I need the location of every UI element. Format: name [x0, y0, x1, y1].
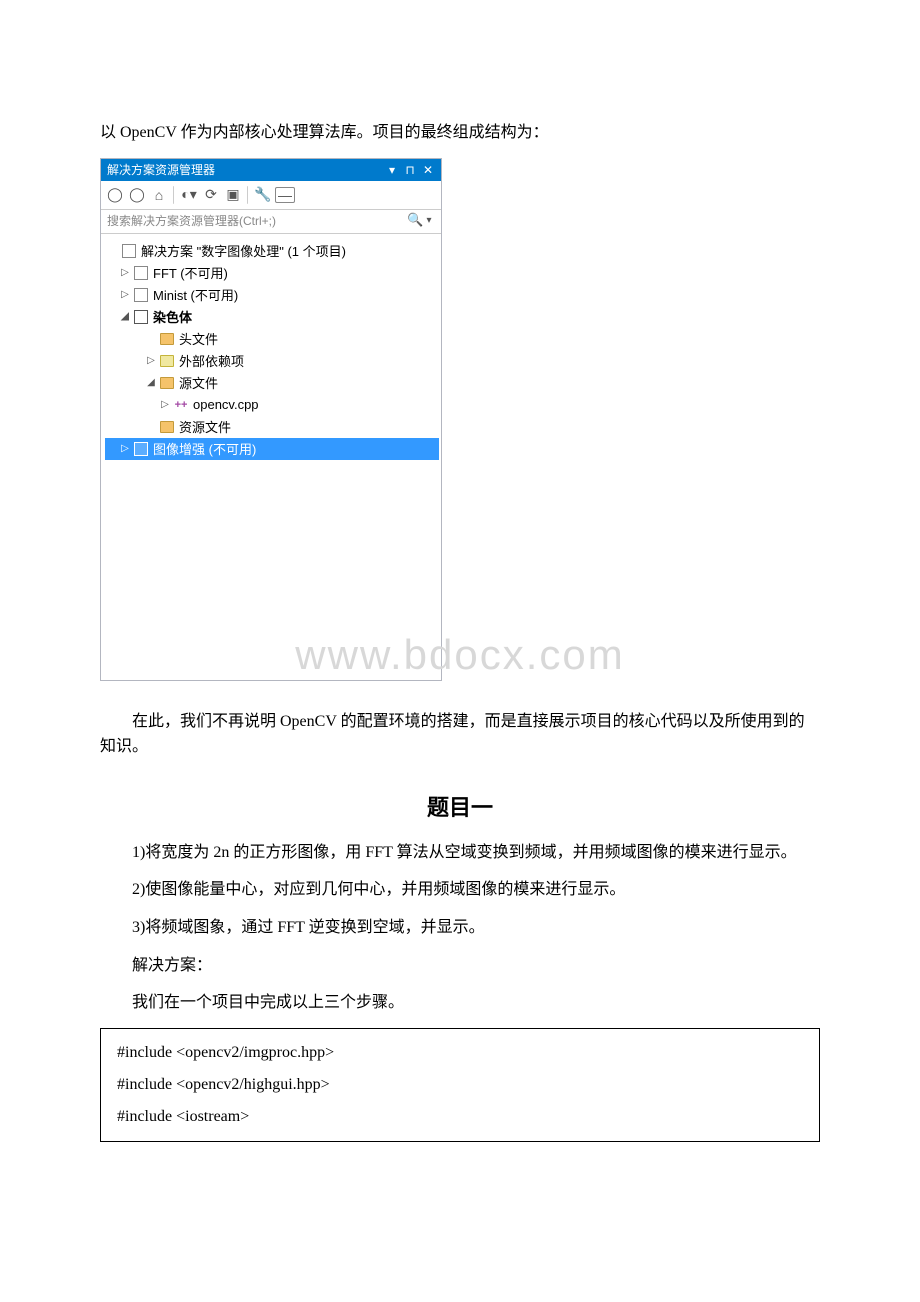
project-chrom[interactable]: ◢ 染色体	[105, 306, 439, 328]
panel-title: 解决方案资源管理器	[107, 161, 383, 178]
panel-empty-area	[101, 460, 441, 680]
project-fft[interactable]: ▷ FFT (不可用)	[105, 262, 439, 284]
project-icon	[133, 266, 149, 280]
folder-icon	[159, 421, 175, 433]
home-icon[interactable]: ⌂	[149, 185, 169, 205]
project-icon	[133, 442, 149, 456]
expander-collapsed-icon[interactable]: ▷	[119, 289, 131, 300]
view-buttons-icon[interactable]: —	[275, 187, 295, 203]
dropdown-icon[interactable]: ▾	[383, 163, 401, 177]
solution-note: 我们在一个项目中完成以上三个步骤。	[100, 990, 820, 1016]
close-icon[interactable]: ✕	[419, 163, 437, 177]
search-dropdown-icon[interactable]: ▾	[423, 215, 435, 226]
project-minist[interactable]: ▷ Minist (不可用)	[105, 284, 439, 306]
folder-sources[interactable]: ◢ 源文件	[105, 372, 439, 394]
code-line: #include <iostream>	[117, 1101, 803, 1133]
step-3: 3)将频域图象，通过 FFT 逆变换到空域，并显示。	[100, 915, 820, 941]
project-bold-icon	[133, 310, 149, 324]
tree-label: 染色体	[153, 307, 192, 326]
properties-icon[interactable]: 🔧	[253, 185, 273, 205]
expander-collapsed-icon[interactable]: ▷	[145, 355, 157, 366]
expander-expanded-icon[interactable]: ◢	[119, 311, 131, 322]
search-icon[interactable]: 🔍	[407, 212, 423, 228]
expander-collapsed-icon[interactable]: ▷	[159, 399, 171, 410]
refresh-icon[interactable]: ⟳	[201, 185, 221, 205]
folder-resources[interactable]: 资源文件	[105, 416, 439, 438]
tree-label: 解决方案 "数字图像处理" (1 个项目)	[141, 241, 346, 260]
tree-label: 头文件	[179, 329, 218, 348]
intro-text: 以 OpenCV 作为内部核心处理算法库。项目的最终组成结构为：	[100, 120, 820, 146]
step-1: 1)将宽度为 2n 的正方形图像，用 FFT 算法从空域变换到频域，并用频域图像…	[100, 840, 820, 866]
folder-icon	[159, 333, 175, 345]
solution-label: 解决方案：	[100, 953, 820, 979]
separator	[247, 186, 249, 204]
after-panel-text: 在此，我们不再说明 OpenCV 的配置环境的搭建，而是直接展示项目的核心代码以…	[100, 709, 820, 760]
folder-ext-icon	[159, 355, 175, 367]
tree-label: 外部依赖项	[179, 351, 244, 370]
document-page: 以 OpenCV 作为内部核心处理算法库。项目的最终组成结构为： 解决方案资源管…	[0, 0, 920, 1202]
folder-headers[interactable]: 头文件	[105, 328, 439, 350]
code-line: #include <opencv2/highgui.hpp>	[117, 1069, 803, 1101]
project-enhance-selected[interactable]: ▷ 图像增强 (不可用)	[105, 438, 439, 460]
solution-tree: 解决方案 "数字图像处理" (1 个项目) ▷ FFT (不可用) ▷ Mini…	[101, 234, 441, 460]
separator	[173, 186, 175, 204]
expander-expanded-icon[interactable]: ◢	[145, 377, 157, 388]
panel-search[interactable]: 搜索解决方案资源管理器(Ctrl+;) 🔍 ▾	[101, 210, 441, 234]
code-block: #include <opencv2/imgproc.hpp> #include …	[100, 1028, 820, 1142]
section-heading: 题目一	[100, 790, 820, 822]
file-opencv-cpp[interactable]: ▷ ++ opencv.cpp	[105, 394, 439, 416]
code-line: #include <opencv2/imgproc.hpp>	[117, 1037, 803, 1069]
sync-icon[interactable]: ◐▾	[179, 185, 199, 205]
tree-label: opencv.cpp	[193, 397, 259, 412]
search-placeholder: 搜索解决方案资源管理器(Ctrl+;)	[107, 212, 407, 229]
solution-icon	[121, 244, 137, 258]
step-2: 2)使图像能量中心，对应到几何中心，并用频域图像的模来进行显示。	[100, 877, 820, 903]
cpp-file-icon: ++	[173, 399, 189, 411]
solution-explorer-panel: 解决方案资源管理器 ▾ ⊓ ✕ ◯ ◯ ⌂ ◐▾ ⟳ ▣ 🔧 — 搜索解决方案资…	[100, 158, 442, 681]
panel-toolbar: ◯ ◯ ⌂ ◐▾ ⟳ ▣ 🔧 —	[101, 181, 441, 210]
tree-label: FFT (不可用)	[153, 263, 228, 282]
tree-label: 图像增强 (不可用)	[153, 439, 256, 458]
expander-collapsed-icon[interactable]: ▷	[119, 267, 131, 278]
folder-extdeps[interactable]: ▷ 外部依赖项	[105, 350, 439, 372]
project-icon	[133, 288, 149, 302]
collapse-icon[interactable]: ▣	[223, 185, 243, 205]
tree-label: 资源文件	[179, 417, 231, 436]
pin-icon[interactable]: ⊓	[401, 163, 419, 177]
solution-node[interactable]: 解决方案 "数字图像处理" (1 个项目)	[105, 240, 439, 262]
folder-icon	[159, 377, 175, 389]
forward-icon[interactable]: ◯	[127, 185, 147, 205]
expander-collapsed-icon[interactable]: ▷	[119, 443, 131, 454]
back-icon[interactable]: ◯	[105, 185, 125, 205]
panel-titlebar: 解决方案资源管理器 ▾ ⊓ ✕	[101, 159, 441, 181]
tree-label: 源文件	[179, 373, 218, 392]
tree-label: Minist (不可用)	[153, 285, 238, 304]
